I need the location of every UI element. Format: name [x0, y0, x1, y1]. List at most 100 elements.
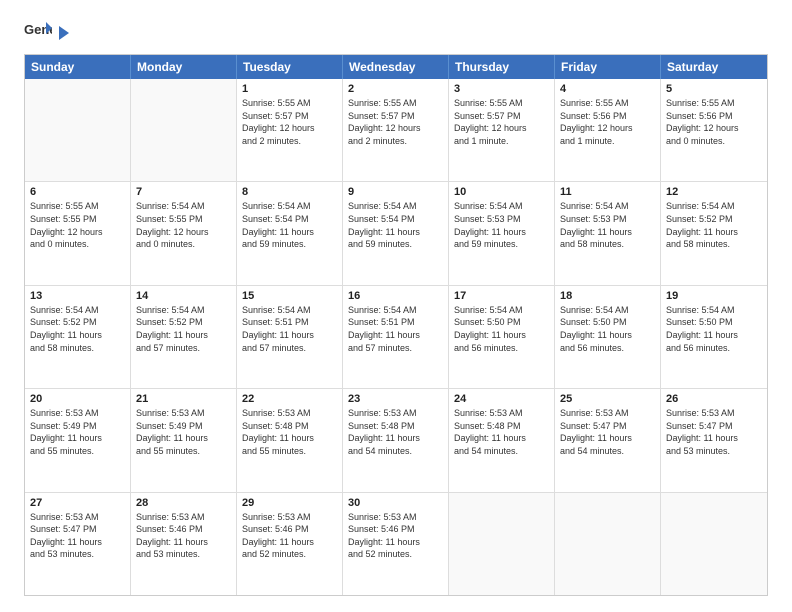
- cell-info: Sunrise: 5:54 AM Sunset: 5:51 PM Dayligh…: [348, 304, 443, 354]
- cell-info: Sunrise: 5:53 AM Sunset: 5:47 PM Dayligh…: [30, 511, 125, 561]
- cell-info: Sunrise: 5:53 AM Sunset: 5:48 PM Dayligh…: [242, 407, 337, 457]
- cell-info: Sunrise: 5:53 AM Sunset: 5:49 PM Dayligh…: [30, 407, 125, 457]
- day-number: 24: [454, 393, 549, 405]
- weekday-header: Friday: [555, 55, 661, 79]
- cell-info: Sunrise: 5:53 AM Sunset: 5:46 PM Dayligh…: [348, 511, 443, 561]
- day-number: 18: [560, 290, 655, 302]
- cell-info: Sunrise: 5:54 AM Sunset: 5:50 PM Dayligh…: [454, 304, 549, 354]
- day-number: 1: [242, 83, 337, 95]
- day-number: 21: [136, 393, 231, 405]
- calendar-cell: 8 Sunrise: 5:54 AM Sunset: 5:54 PM Daylig…: [237, 182, 343, 284]
- cell-info: Sunrise: 5:54 AM Sunset: 5:50 PM Dayligh…: [666, 304, 762, 354]
- calendar-cell: 16 Sunrise: 5:54 AM Sunset: 5:51 PM Dayli…: [343, 286, 449, 388]
- day-number: 2: [348, 83, 443, 95]
- calendar-cell: 22 Sunrise: 5:53 AM Sunset: 5:48 PM Dayli…: [237, 389, 343, 491]
- calendar-cell: 20 Sunrise: 5:53 AM Sunset: 5:49 PM Dayli…: [25, 389, 131, 491]
- header: General: [24, 20, 768, 42]
- calendar-cell: 1 Sunrise: 5:55 AM Sunset: 5:57 PM Daylig…: [237, 79, 343, 181]
- calendar-cell: 14 Sunrise: 5:54 AM Sunset: 5:52 PM Dayli…: [131, 286, 237, 388]
- cell-info: Sunrise: 5:53 AM Sunset: 5:46 PM Dayligh…: [136, 511, 231, 561]
- day-number: 22: [242, 393, 337, 405]
- calendar-cell: 5Sunrise: 5:55 AM Sunset: 5:56 PM Daylig…: [661, 79, 767, 181]
- weekday-header: Wednesday: [343, 55, 449, 79]
- calendar-cell: 6Sunrise: 5:55 AM Sunset: 5:55 PM Daylig…: [25, 182, 131, 284]
- weekday-header: Tuesday: [237, 55, 343, 79]
- day-number: 4: [560, 83, 655, 95]
- cell-info: Sunrise: 5:55 AM Sunset: 5:57 PM Dayligh…: [348, 97, 443, 147]
- day-number: 7: [136, 186, 231, 198]
- day-number: 19: [666, 290, 762, 302]
- calendar: SundayMondayTuesdayWednesdayThursdayFrid…: [24, 54, 768, 596]
- cell-info: Sunrise: 5:53 AM Sunset: 5:49 PM Dayligh…: [136, 407, 231, 457]
- cell-info: Sunrise: 5:54 AM Sunset: 5:55 PM Dayligh…: [136, 200, 231, 250]
- calendar-cell: 13Sunrise: 5:54 AM Sunset: 5:52 PM Dayli…: [25, 286, 131, 388]
- calendar-cell: 4 Sunrise: 5:55 AM Sunset: 5:56 PM Daylig…: [555, 79, 661, 181]
- calendar-cell: [555, 493, 661, 595]
- cell-info: Sunrise: 5:53 AM Sunset: 5:46 PM Dayligh…: [242, 511, 337, 561]
- calendar-cell: [25, 79, 131, 181]
- day-number: 26: [666, 393, 762, 405]
- day-number: 5: [666, 83, 762, 95]
- day-number: 29: [242, 497, 337, 509]
- calendar-body: 1 Sunrise: 5:55 AM Sunset: 5:57 PM Daylig…: [25, 79, 767, 595]
- weekday-header: Sunday: [25, 55, 131, 79]
- weekday-header: Thursday: [449, 55, 555, 79]
- calendar-cell: 26 Sunrise: 5:53 AM Sunset: 5:47 PM Dayli…: [661, 389, 767, 491]
- calendar-cell: 17Sunrise: 5:54 AM Sunset: 5:50 PM Dayli…: [449, 286, 555, 388]
- calendar-cell: 23Sunrise: 5:53 AM Sunset: 5:48 PM Dayli…: [343, 389, 449, 491]
- cell-info: Sunrise: 5:53 AM Sunset: 5:48 PM Dayligh…: [348, 407, 443, 457]
- logo-arrow: [57, 24, 71, 42]
- cell-info: Sunrise: 5:53 AM Sunset: 5:47 PM Dayligh…: [666, 407, 762, 457]
- day-number: 27: [30, 497, 125, 509]
- calendar-cell: 30 Sunrise: 5:53 AM Sunset: 5:46 PM Dayli…: [343, 493, 449, 595]
- calendar-row: 27 Sunrise: 5:53 AM Sunset: 5:47 PM Dayli…: [25, 493, 767, 595]
- calendar-row: 20 Sunrise: 5:53 AM Sunset: 5:49 PM Dayli…: [25, 389, 767, 492]
- calendar-cell: 12 Sunrise: 5:54 AM Sunset: 5:52 PM Dayli…: [661, 182, 767, 284]
- cell-info: Sunrise: 5:54 AM Sunset: 5:53 PM Dayligh…: [454, 200, 549, 250]
- calendar-header: SundayMondayTuesdayWednesdayThursdayFrid…: [25, 55, 767, 79]
- cell-info: Sunrise: 5:55 AM Sunset: 5:57 PM Dayligh…: [242, 97, 337, 147]
- calendar-cell: 25Sunrise: 5:53 AM Sunset: 5:47 PM Dayli…: [555, 389, 661, 491]
- calendar-cell: [131, 79, 237, 181]
- day-number: 16: [348, 290, 443, 302]
- logo: General: [24, 20, 71, 42]
- cell-info: Sunrise: 5:54 AM Sunset: 5:54 PM Dayligh…: [242, 200, 337, 250]
- cell-info: Sunrise: 5:54 AM Sunset: 5:52 PM Dayligh…: [666, 200, 762, 250]
- day-number: 6: [30, 186, 125, 198]
- day-number: 11: [560, 186, 655, 198]
- calendar-cell: 15Sunrise: 5:54 AM Sunset: 5:51 PM Dayli…: [237, 286, 343, 388]
- calendar-cell: 27 Sunrise: 5:53 AM Sunset: 5:47 PM Dayli…: [25, 493, 131, 595]
- calendar-cell: 18 Sunrise: 5:54 AM Sunset: 5:50 PM Dayli…: [555, 286, 661, 388]
- weekday-header: Saturday: [661, 55, 767, 79]
- day-number: 30: [348, 497, 443, 509]
- day-number: 12: [666, 186, 762, 198]
- calendar-cell: [449, 493, 555, 595]
- day-number: 15: [242, 290, 337, 302]
- page: General SundayMondayTuesdayWednesdayThur…: [0, 0, 792, 612]
- calendar-cell: 29 Sunrise: 5:53 AM Sunset: 5:46 PM Dayli…: [237, 493, 343, 595]
- cell-info: Sunrise: 5:55 AM Sunset: 5:57 PM Dayligh…: [454, 97, 549, 147]
- cell-info: Sunrise: 5:54 AM Sunset: 5:50 PM Dayligh…: [560, 304, 655, 354]
- cell-info: Sunrise: 5:54 AM Sunset: 5:53 PM Dayligh…: [560, 200, 655, 250]
- calendar-cell: [661, 493, 767, 595]
- calendar-cell: 28 Sunrise: 5:53 AM Sunset: 5:46 PM Dayli…: [131, 493, 237, 595]
- cell-info: Sunrise: 5:54 AM Sunset: 5:52 PM Dayligh…: [136, 304, 231, 354]
- cell-info: Sunrise: 5:55 AM Sunset: 5:56 PM Dayligh…: [560, 97, 655, 147]
- day-number: 9: [348, 186, 443, 198]
- logo-icon: General: [24, 20, 52, 42]
- cell-info: Sunrise: 5:53 AM Sunset: 5:47 PM Dayligh…: [560, 407, 655, 457]
- day-number: 14: [136, 290, 231, 302]
- day-number: 20: [30, 393, 125, 405]
- calendar-row: 13 Sunrise: 5:54 AM Sunset: 5:52 PM Dayli…: [25, 286, 767, 389]
- day-number: 13: [30, 290, 125, 302]
- day-number: 3: [454, 83, 549, 95]
- calendar-cell: 2 Sunrise: 5:55 AM Sunset: 5:57 PM Daylig…: [343, 79, 449, 181]
- cell-info: Sunrise: 5:54 AM Sunset: 5:54 PM Dayligh…: [348, 200, 443, 250]
- calendar-cell: 10Sunrise: 5:54 AM Sunset: 5:53 PM Dayli…: [449, 182, 555, 284]
- day-number: 8: [242, 186, 337, 198]
- day-number: 28: [136, 497, 231, 509]
- calendar-cell: 24 Sunrise: 5:53 AM Sunset: 5:48 PM Dayli…: [449, 389, 555, 491]
- weekday-header: Monday: [131, 55, 237, 79]
- cell-info: Sunrise: 5:53 AM Sunset: 5:48 PM Dayligh…: [454, 407, 549, 457]
- calendar-cell: 21 Sunrise: 5:53 AM Sunset: 5:49 PM Dayli…: [131, 389, 237, 491]
